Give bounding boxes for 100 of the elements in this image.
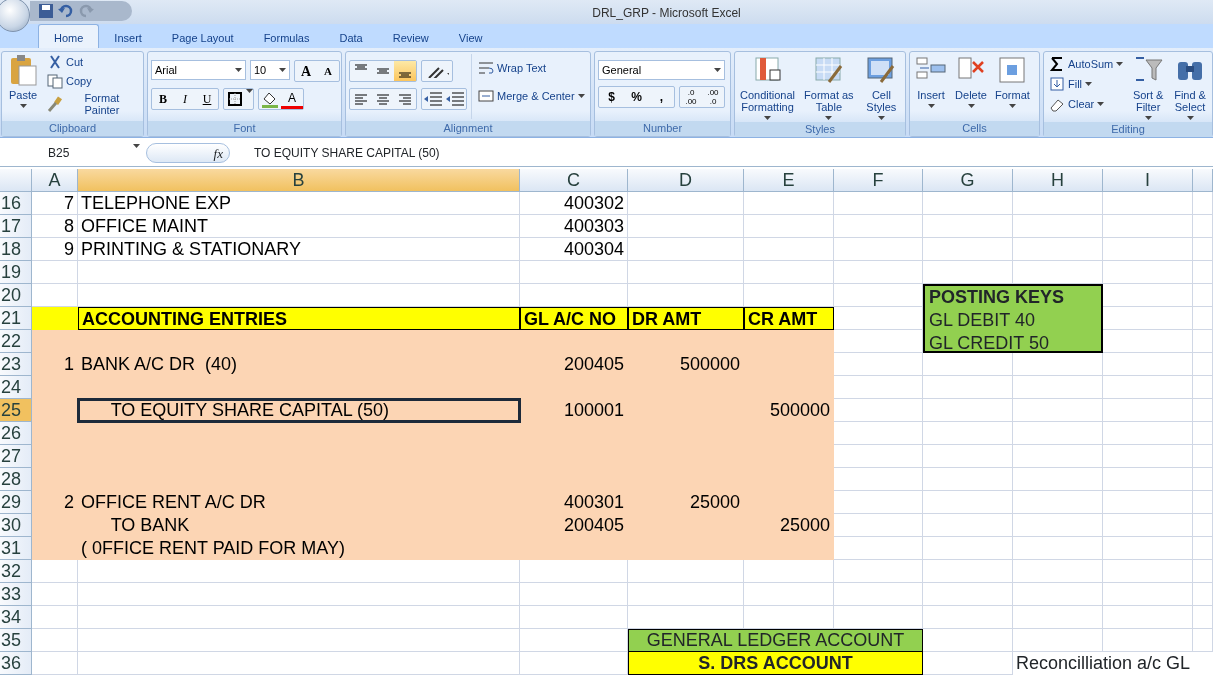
table-cell[interactable]: 100001 [520,399,628,422]
table-cell[interactable] [1103,514,1193,537]
table-cell[interactable] [923,238,1013,261]
table-cell[interactable] [744,606,834,629]
table-cell[interactable]: 2 [32,491,78,514]
table-cell[interactable] [628,192,744,215]
table-cell[interactable]: OFFICE RENT A/C DR [78,491,520,514]
table-cell[interactable] [834,284,923,307]
table-cell[interactable] [923,353,1013,376]
autosum-button[interactable]: AutoSum [1047,56,1126,72]
table-cell[interactable] [834,583,923,606]
table-cell[interactable] [1103,629,1193,652]
column-header[interactable]: H [1013,169,1103,192]
redo-icon[interactable] [78,3,94,19]
format-painter-button[interactable]: Format Painter [45,92,140,117]
table-cell[interactable] [834,261,923,284]
table-cell[interactable] [1193,261,1213,284]
table-cell[interactable] [834,560,923,583]
ribbon-tab[interactable]: Formulas [248,24,325,48]
table-cell[interactable] [1103,537,1193,560]
table-cell[interactable] [1103,468,1193,491]
table-cell[interactable] [32,261,78,284]
cell-styles-button[interactable]: Cell Styles [860,54,902,121]
table-cell[interactable] [1193,491,1213,514]
row-header[interactable]: 34 [0,606,32,629]
table-cell[interactable]: 200405 [520,514,628,537]
table-cell[interactable]: 400304 [520,238,628,261]
table-cell[interactable]: 500000 [744,399,834,422]
ribbon-tab[interactable]: View [443,24,498,48]
table-cell[interactable] [1103,422,1193,445]
table-cell[interactable] [834,376,923,399]
table-cell[interactable] [834,238,923,261]
table-cell[interactable] [1103,353,1193,376]
table-cell[interactable] [744,284,834,307]
cut-button[interactable]: Cut [45,54,140,70]
undo-icon[interactable] [58,3,74,19]
table-cell[interactable] [1013,376,1103,399]
row-header[interactable]: 20 [0,284,32,307]
table-cell[interactable] [1103,261,1193,284]
row-header[interactable]: 25 [0,399,32,422]
table-cell[interactable] [923,606,1013,629]
conditional-formatting-button[interactable]: Conditional Formatting [738,54,798,121]
column-header[interactable]: B [78,169,520,192]
number-format-field[interactable]: General [598,60,725,80]
table-cell[interactable] [520,652,628,675]
table-cell[interactable] [628,560,744,583]
table-cell[interactable] [923,215,1013,238]
table-cell[interactable] [520,629,628,652]
table-cell[interactable] [834,445,923,468]
table-cell[interactable] [923,629,1013,652]
ribbon-tab[interactable]: Page Layout [156,24,249,48]
column-heading[interactable]: GL A/C NO [520,307,628,330]
table-cell[interactable] [834,491,923,514]
table-cell[interactable] [834,307,923,330]
table-cell[interactable] [923,399,1013,422]
table-cell[interactable] [1103,560,1193,583]
table-cell[interactable]: TO EQUITY SHARE CAPITAL (50) [78,399,520,422]
table-cell[interactable]: 7 [32,192,78,215]
column-header[interactable]: C [520,169,628,192]
row-header[interactable]: 23 [0,353,32,376]
table-cell[interactable] [1103,192,1193,215]
table-cell[interactable] [1193,284,1213,307]
table-cell[interactable] [744,560,834,583]
table-cell[interactable] [1193,376,1213,399]
table-cell[interactable] [834,606,923,629]
table-cell[interactable] [520,261,628,284]
table-cell[interactable] [32,560,78,583]
table-cell[interactable] [32,629,78,652]
row-header[interactable]: 21 [0,307,32,330]
table-cell[interactable] [628,261,744,284]
table-cell[interactable] [1193,215,1213,238]
table-cell[interactable] [1193,606,1213,629]
insert-button[interactable]: Insert [913,54,949,119]
row-header[interactable]: 19 [0,261,32,284]
table-cell[interactable] [78,261,520,284]
table-cell[interactable] [1103,491,1193,514]
font-color-button[interactable]: A [281,89,303,109]
row-header[interactable]: 33 [0,583,32,606]
table-cell[interactable] [1013,353,1103,376]
table-cell[interactable] [1193,307,1213,330]
table-cell[interactable]: 25000 [628,491,744,514]
table-cell[interactable] [32,652,78,675]
table-cell[interactable] [520,606,628,629]
table-cell[interactable]: BANK A/C DR (40) [78,353,520,376]
table-cell[interactable] [923,468,1013,491]
table-cell[interactable] [1013,445,1103,468]
table-cell[interactable] [834,330,923,353]
table-cell[interactable] [1013,583,1103,606]
table-cell[interactable] [1013,629,1103,652]
table-cell[interactable] [1103,215,1193,238]
table-cell[interactable] [1013,422,1103,445]
table-cell[interactable] [1193,238,1213,261]
table-cell[interactable] [1013,560,1103,583]
fill-button[interactable]: Fill [1047,76,1126,92]
decrease-decimal-button[interactable]: .00 .0 [702,87,724,107]
table-cell[interactable]: 8 [32,215,78,238]
table-cell[interactable] [834,192,923,215]
comma-button[interactable]: , [649,87,674,107]
table-cell[interactable] [923,652,1013,675]
table-cell[interactable] [923,192,1013,215]
